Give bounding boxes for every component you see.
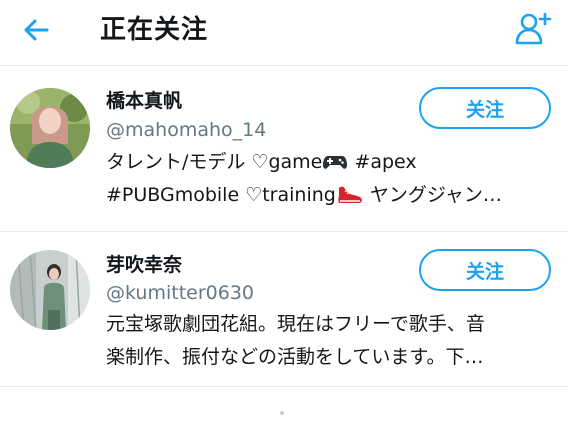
running-shoe-icon (338, 186, 362, 203)
add-user-icon (515, 12, 552, 45)
bio-text: #apex (348, 151, 417, 173)
bio-line: タレント/モデル ♡game #apex (106, 146, 546, 179)
add-user-button[interactable] (512, 8, 556, 48)
game-controller-icon (323, 156, 348, 169)
user-bio: 元宝塚歌劇団花組。現在はフリーで歌手、音 楽制作、振付などの活動をしています。下… (106, 308, 546, 374)
follow-button[interactable]: 关注 (419, 87, 551, 129)
bio-line: 元宝塚歌劇団花組。現在はフリーで歌手、音 (106, 313, 485, 335)
loading-indicator (280, 411, 284, 415)
user-bio: タレント/モデル ♡game #apex #PUBGmobile ♡traini… (106, 146, 546, 212)
bio-text: ヤングジャン… (363, 184, 502, 206)
bio-text: #PUBGmobile ♡training (106, 184, 336, 206)
avatar[interactable] (10, 88, 90, 168)
page-title: 正在关注 (100, 15, 209, 45)
bio-text: タレント/モデル ♡game (106, 151, 323, 173)
back-button[interactable] (18, 12, 54, 48)
bio-line: 楽制作、振付などの活動をしています。下… (106, 346, 484, 368)
top-bar: 正在关注 (0, 0, 568, 66)
arrow-left-icon (24, 19, 49, 41)
avatar[interactable] (10, 250, 90, 330)
user-handle[interactable]: @kumitter0630 (106, 280, 254, 306)
user-list-item[interactable]: 芽吹幸奈 @kumitter0630 关注 元宝塚歌劇団花組。現在はフリーで歌手… (0, 232, 568, 387)
user-name[interactable]: 橋本真帆 (106, 88, 182, 114)
follow-button[interactable]: 关注 (419, 249, 551, 291)
bio-line: #PUBGmobile ♡training ヤングジャン… (106, 179, 546, 212)
user-name[interactable]: 芽吹幸奈 (106, 252, 182, 278)
user-list-item[interactable]: 橋本真帆 @mahomaho_14 关注 タレント/モデル ♡game #ape… (0, 66, 568, 232)
user-handle[interactable]: @mahomaho_14 (106, 117, 266, 143)
